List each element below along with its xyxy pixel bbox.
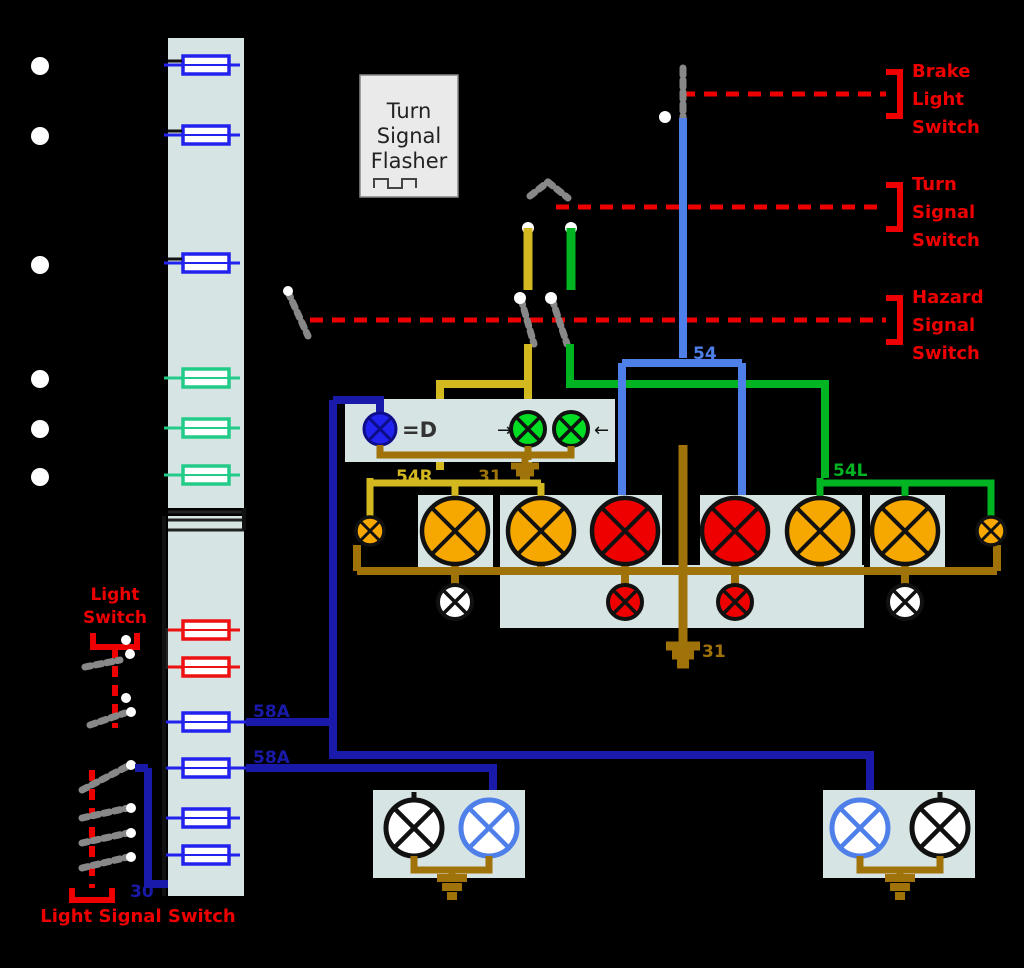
light-switch-terminal-1b [125, 649, 135, 659]
turn-signal-flasher[interactable]: Turn Signal Flasher [359, 74, 459, 198]
flasher-label-line2: Signal [377, 124, 442, 148]
turn-signal-switch-label-2: Signal [912, 202, 975, 223]
switch-callout-labels: Brake Light Switch Turn Signal Switch Ha… [912, 61, 984, 364]
hazard-switch-terminal-outer [283, 286, 293, 296]
hazard-signal-switch-label-3: Switch [912, 343, 980, 364]
hazard-switch-terminal-yellow [514, 292, 526, 304]
brake-light-switch-contact[interactable] [659, 64, 687, 358]
bullet-6 [31, 468, 49, 486]
light-switch-callout: Light Switch [83, 585, 147, 728]
tail-lamp-left [606, 583, 644, 621]
light-signal-blade-3[interactable] [78, 829, 132, 847]
hazard-switch-blade-outer[interactable] [284, 288, 312, 340]
rear-lamp-left-brake [589, 495, 661, 567]
brake-light-switch-label-1: Brake [912, 61, 970, 82]
rear-lamp-right-brake [699, 495, 771, 567]
headlamp-front-left-inner [458, 797, 520, 859]
turn-switch-bracket [886, 182, 903, 232]
light-signal-blade-2[interactable] [78, 804, 132, 822]
turn-indicator-left [509, 410, 547, 448]
turn-indicator-right [552, 410, 590, 448]
rear-lamp-right-turn-outer [975, 515, 1007, 547]
light-signal-switch-bracket [69, 888, 115, 903]
wiring-diagram: Turn Signal Flasher Brake Light Switch T… [31, 38, 1007, 927]
terminal-label-30: 30 [130, 882, 154, 902]
bullet-5 [31, 420, 49, 438]
tail-lamp-right [716, 583, 754, 621]
terminal-label-31-ground: 31 [702, 642, 726, 662]
hazard-switch-bracket [886, 295, 903, 345]
brake-switch-bracket [886, 69, 903, 119]
wire-green-54L [640, 380, 829, 478]
light-signal-terminal-2 [126, 803, 136, 813]
bus-58A: 58A 58A [246, 702, 874, 800]
light-switch-blade-1[interactable] [81, 656, 124, 671]
light-switch-terminal-1a [121, 635, 131, 645]
terminal-label-58A-upper: 58A [253, 702, 291, 722]
terminal-bullets [31, 57, 49, 486]
rear-lamp-right-turn-2 [869, 495, 941, 567]
turn-switch-blade-right[interactable] [544, 178, 572, 202]
light-switch-terminal-2b [126, 707, 136, 717]
high-beam-indicator-label: =D [402, 418, 437, 442]
headlamp-front-right-inner [829, 797, 891, 859]
terminal-label-54L: 54L [833, 461, 868, 481]
light-signal-blade-1[interactable] [78, 762, 132, 794]
reverse-lamp-right [886, 583, 924, 621]
light-signal-terminal-3 [126, 828, 136, 838]
turn-signal-switch-contacts[interactable] [522, 178, 577, 290]
terminal-label-58A-lower: 58A [253, 748, 291, 768]
hazard-signal-switch-label-2: Signal [912, 315, 975, 336]
light-switch-label-1: Light [90, 585, 139, 605]
turn-signal-switch-label-3: Switch [912, 230, 980, 251]
headlamp-panel-left [373, 790, 525, 878]
brake-light-switch-label-2: Light [912, 89, 964, 110]
turn-signal-switch-label-1: Turn [912, 174, 957, 195]
ground-rear [666, 640, 700, 669]
turn-indicator-arrow-right: ← [594, 420, 609, 441]
reverse-lamp-left [436, 583, 474, 621]
rear-lamp-left-turn-outer [354, 515, 386, 547]
headlamp-panel-right [823, 790, 975, 878]
rear-lamp-left-turn [419, 495, 491, 567]
light-switch-blade-2[interactable] [86, 709, 129, 729]
bullet-3 [31, 256, 49, 274]
headlamp-front-right-outer [909, 797, 971, 859]
hazard-switch-terminal-green [545, 292, 557, 304]
high-beam-indicator [362, 411, 398, 447]
terminal-label-54: 54 [693, 344, 717, 364]
flasher-label-line1: Turn [386, 99, 432, 123]
bullet-1 [31, 57, 49, 75]
light-switch-label-2: Switch [83, 608, 147, 628]
headlamp-front-left-outer [383, 797, 445, 859]
bullet-4 [31, 370, 49, 388]
hazard-signal-switch-label-1: Hazard [912, 287, 984, 308]
light-signal-terminal-1 [126, 760, 136, 770]
light-switch-terminal-2a [121, 693, 131, 703]
light-signal-blade-4[interactable] [78, 853, 132, 872]
rear-lamp-left-turn-2 [505, 495, 577, 567]
rear-lamp-right-turn [784, 495, 856, 567]
bullet-2 [31, 127, 49, 145]
brake-switch-terminal [659, 111, 671, 123]
hazard-switch-contacts[interactable] [283, 286, 571, 348]
brake-light-switch-label-3: Switch [912, 117, 980, 138]
fuse-box-panel-lower [168, 516, 244, 896]
light-signal-switch-label: Light Signal Switch [40, 906, 235, 927]
wiring-diagram-canvas: Turn Signal Flasher Brake Light Switch T… [0, 0, 1024, 968]
flasher-label-line3: Flasher [371, 149, 448, 173]
light-signal-terminal-4 [126, 852, 136, 862]
